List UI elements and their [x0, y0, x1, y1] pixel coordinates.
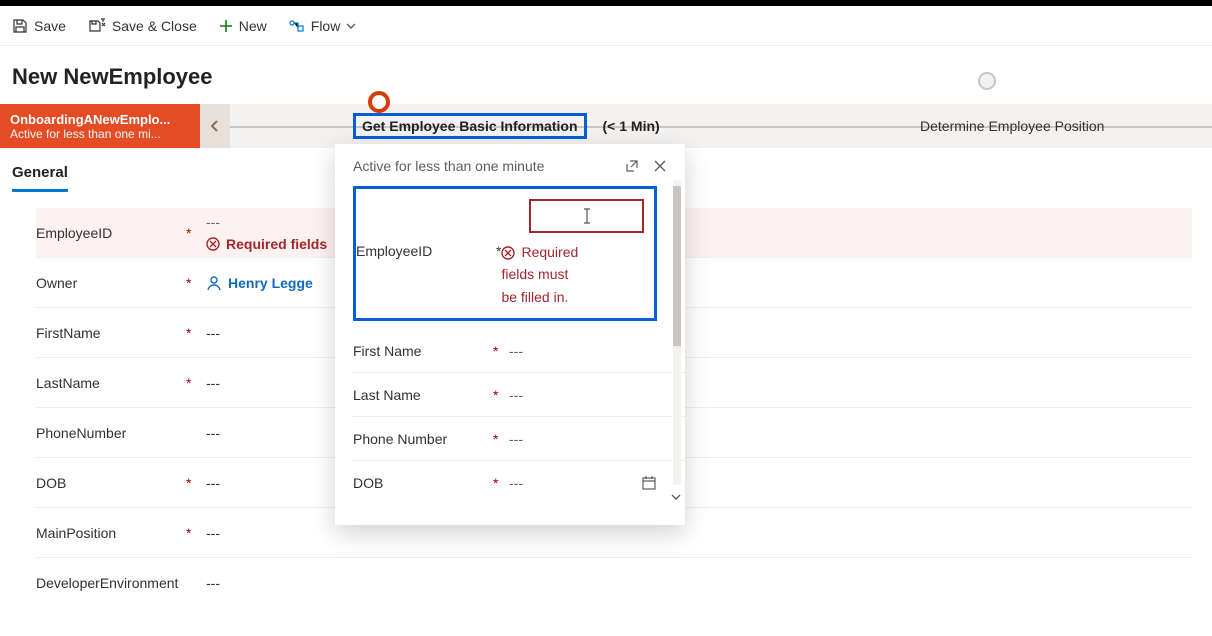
- validation-error: Required fields: [206, 236, 327, 252]
- field-label: DOB: [353, 475, 493, 491]
- fly-employee-id-label: EmployeeID: [356, 241, 496, 259]
- required-marker: *: [186, 275, 206, 291]
- chevron-down-icon: [671, 492, 681, 502]
- field-label: Owner: [36, 275, 186, 291]
- flyout-body: EmployeeID * Required fields must be fil…: [335, 186, 685, 505]
- text-cursor-icon: [582, 207, 592, 225]
- calendar-icon[interactable]: [641, 475, 657, 491]
- field-value: ---: [206, 525, 1192, 541]
- page-title: New NewEmployee: [0, 46, 1212, 104]
- field-label: Phone Number: [353, 431, 493, 447]
- fly-field-firstname[interactable]: First Name * ---: [353, 329, 685, 373]
- bpf-stage-position-label[interactable]: Determine Employee Position: [920, 104, 1104, 148]
- bpf-stage1-time: (< 1 Min): [603, 118, 660, 134]
- field-label: MainPosition: [36, 525, 186, 541]
- error-icon: [206, 237, 220, 251]
- business-process-flow: OnboardingANewEmplo... Active for less t…: [0, 104, 1212, 148]
- field-value: ---: [206, 575, 1192, 591]
- flow-icon: [289, 19, 305, 33]
- required-marker: *: [186, 225, 206, 241]
- field-label: FirstName: [36, 325, 186, 341]
- chevron-down-icon: [346, 21, 356, 31]
- flow-button[interactable]: Flow: [289, 18, 357, 34]
- save-close-icon: [88, 18, 106, 34]
- fly-field-dob[interactable]: DOB * ---: [353, 461, 685, 505]
- scroll-thumb[interactable]: [673, 186, 681, 346]
- tab-general[interactable]: General: [12, 164, 68, 192]
- field-value: ---: [509, 343, 657, 359]
- validation-error-text: Required fields must be filled in.: [501, 241, 644, 308]
- field-label: Last Name: [353, 387, 493, 403]
- scroll-arrow-down[interactable]: [669, 489, 683, 505]
- field-value: ---: [509, 431, 657, 447]
- placeholder-text: ---: [206, 214, 327, 230]
- save-close-label: Save & Close: [112, 18, 197, 34]
- save-button[interactable]: Save: [12, 18, 66, 34]
- field-label: DOB: [36, 475, 186, 491]
- bpf-stage2-label: Determine Employee Position: [920, 118, 1104, 134]
- field-label: LastName: [36, 375, 186, 391]
- annotation-box-field: EmployeeID * Required fields must be fil…: [353, 186, 657, 321]
- field-label: First Name: [353, 343, 493, 359]
- stage-flyout: Active for less than one minute Employee…: [335, 144, 685, 525]
- required-marker: *: [493, 431, 509, 447]
- fly-field-phone[interactable]: Phone Number * ---: [353, 417, 685, 461]
- field-value: ---: [509, 475, 657, 491]
- flyout-scrollbar[interactable]: [669, 180, 683, 505]
- person-icon: [206, 275, 222, 291]
- error-icon: [501, 246, 515, 260]
- save-close-button[interactable]: Save & Close: [88, 18, 197, 34]
- bpf-stage-marker: [978, 72, 996, 90]
- close-icon[interactable]: [653, 159, 667, 173]
- required-marker: *: [186, 525, 206, 541]
- new-button[interactable]: New: [219, 18, 267, 34]
- field-label: EmployeeID: [36, 225, 186, 241]
- bpf-collapse-button[interactable]: [200, 104, 230, 148]
- chevron-left-icon: [210, 119, 220, 133]
- field-value: ---: [509, 387, 657, 403]
- required-marker: *: [186, 475, 206, 491]
- annotation-box: Get Employee Basic Information: [353, 113, 587, 139]
- bpf-stage-basic-info-label[interactable]: Get Employee Basic Information (< 1 Min): [353, 104, 660, 148]
- employee-id-input[interactable]: [529, 199, 644, 233]
- bpf-stage1-label: Get Employee Basic Information: [362, 118, 578, 134]
- field-label: PhoneNumber: [36, 425, 186, 441]
- new-label: New: [239, 18, 267, 34]
- field-label: DeveloperEnvironment: [36, 574, 186, 592]
- bpf-header[interactable]: OnboardingANewEmplo... Active for less t…: [0, 104, 200, 148]
- owner-lookup[interactable]: Henry Legge: [206, 275, 313, 291]
- command-bar: Save Save & Close New Flow: [0, 6, 1212, 46]
- required-marker: *: [186, 375, 206, 391]
- save-icon: [12, 18, 28, 34]
- bpf-subtitle: Active for less than one mi...: [10, 127, 190, 141]
- required-marker: *: [493, 475, 509, 491]
- required-marker: *: [186, 325, 206, 341]
- popout-icon[interactable]: [625, 159, 639, 173]
- bpf-name: OnboardingANewEmplo...: [10, 112, 190, 127]
- save-label: Save: [34, 18, 66, 34]
- flyout-header: Active for less than one minute: [335, 158, 685, 184]
- flow-label: Flow: [311, 18, 341, 34]
- plus-icon: [219, 19, 233, 33]
- field-devenv[interactable]: DeveloperEnvironment ---: [36, 558, 1192, 608]
- fly-field-lastname[interactable]: Last Name * ---: [353, 373, 685, 417]
- required-marker: *: [493, 343, 509, 359]
- required-marker: *: [493, 387, 509, 403]
- flyout-status: Active for less than one minute: [353, 158, 544, 174]
